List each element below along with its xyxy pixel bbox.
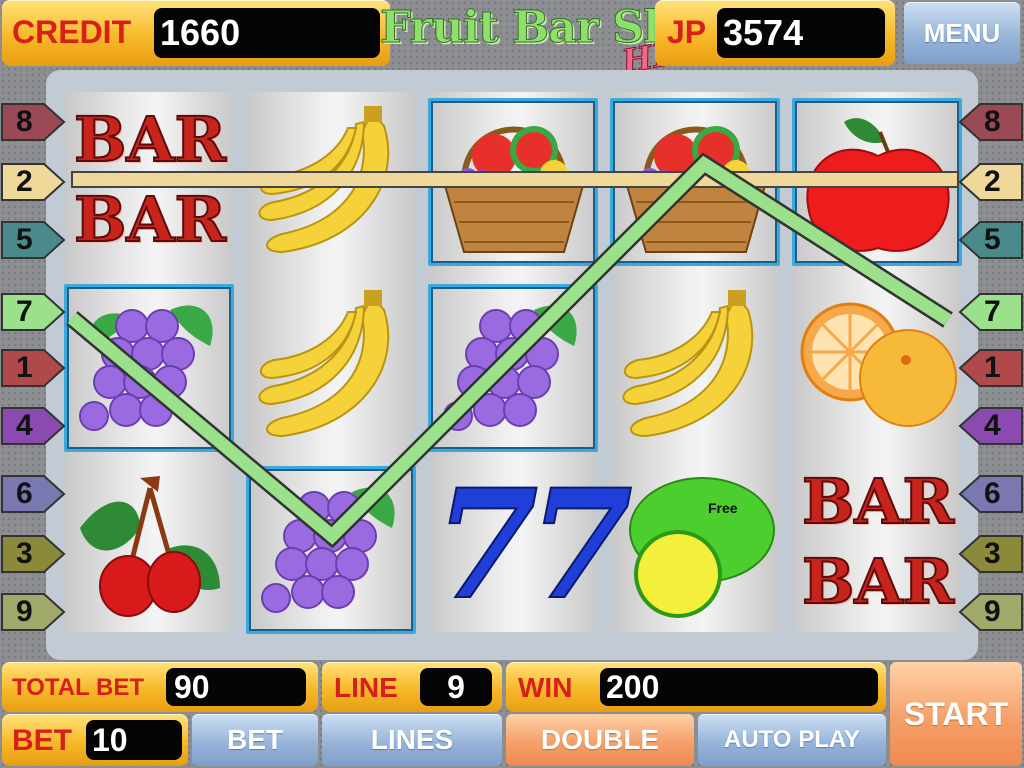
line-value: 9: [420, 668, 492, 706]
payline-number: 3: [16, 537, 33, 570]
payline-number: 1: [16, 351, 33, 384]
auto-play-button[interactable]: AUTO PLAY: [698, 714, 886, 766]
payline-number: 9: [984, 595, 1001, 628]
payline-number: 8: [984, 105, 1001, 138]
payline-number: 8: [16, 105, 33, 138]
payline-number: 3: [984, 537, 1001, 570]
payline-number: 7: [16, 295, 33, 328]
payline-number: 5: [984, 223, 1001, 256]
payline-number: 6: [984, 477, 1001, 510]
line-panel: LINE 9: [322, 662, 502, 712]
payline-number: 1: [984, 351, 1001, 384]
payline-number: 4: [16, 409, 33, 442]
payline-indicator-7: 7: [958, 290, 1024, 334]
start-button[interactable]: START: [890, 662, 1022, 766]
payline-indicator-8: 8: [958, 100, 1024, 144]
payline-indicator-5: 5: [0, 218, 66, 262]
payline-indicator-9: 9: [0, 590, 66, 634]
total-bet-label: TOTAL BET: [12, 674, 144, 701]
bet-panel: BET 10: [2, 714, 188, 766]
payline-number: 6: [16, 477, 33, 510]
payline-indicator-6: 6: [0, 472, 66, 516]
payline-indicator-3: 3: [958, 532, 1024, 576]
payline-number: 7: [984, 295, 1001, 328]
win-panel: WIN 200: [506, 662, 886, 712]
payline-indicator-6: 6: [958, 472, 1024, 516]
paylines-overlay: [66, 152, 959, 549]
win-value: 200: [600, 668, 878, 706]
payline-indicator-7: 7: [0, 290, 66, 334]
payline-indicator-1: 1: [0, 346, 66, 390]
win-label: WIN: [518, 672, 573, 703]
payline-indicator-2: 2: [958, 160, 1024, 204]
payline-number: 9: [16, 595, 33, 628]
payline-indicator-4: 4: [958, 404, 1024, 448]
total-bet-panel: TOTAL BET 90: [2, 662, 318, 712]
payline-number: 4: [984, 409, 1001, 442]
bet-value: 10: [86, 720, 182, 760]
payline-indicator-2: 2: [0, 160, 66, 204]
line-label: LINE: [334, 672, 398, 703]
payline-2: [71, 171, 959, 188]
double-button[interactable]: DOUBLE: [506, 714, 694, 766]
payline-indicator-8: 8: [0, 100, 66, 144]
payline-indicator-4: 4: [0, 404, 66, 448]
bet-label: BET: [12, 724, 72, 757]
payline-number: 5: [16, 223, 33, 256]
payline-indicator-9: 9: [958, 590, 1024, 634]
total-bet-value: 90: [166, 668, 306, 706]
lines-button[interactable]: LINES: [322, 714, 502, 766]
payline-indicator-1: 1: [958, 346, 1024, 390]
payline-number: 2: [984, 165, 1001, 198]
payline-indicator-3: 3: [0, 532, 66, 576]
bet-button[interactable]: BET: [192, 714, 318, 766]
payline-indicator-5: 5: [958, 218, 1024, 262]
payline-number: 2: [16, 165, 33, 198]
